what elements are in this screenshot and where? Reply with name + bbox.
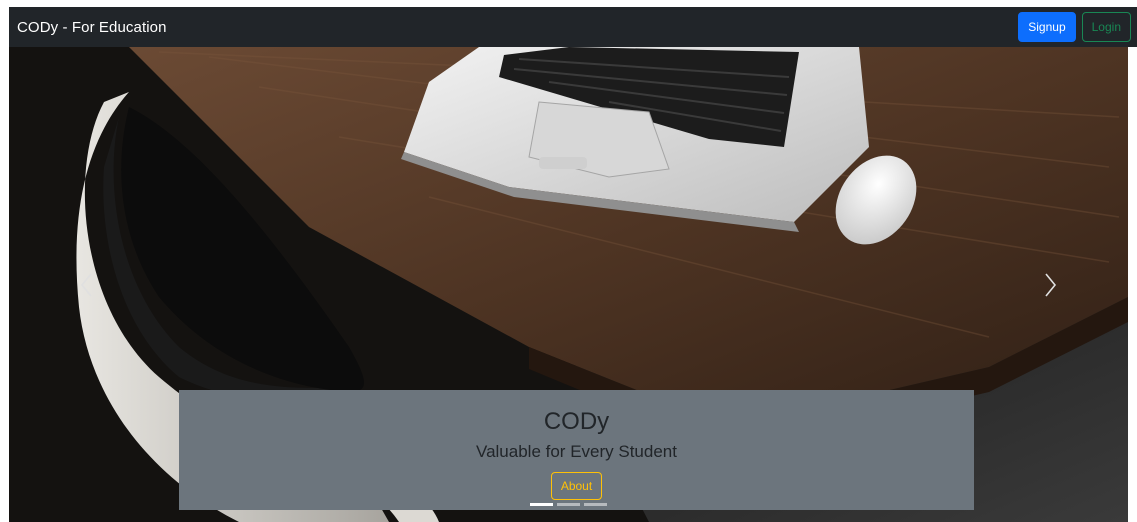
page: CODy - For Education Signup Login CODy V… <box>0 0 1137 522</box>
brand-link[interactable]: CODy - For Education <box>17 19 167 36</box>
signup-button[interactable]: Signup <box>1018 12 1076 42</box>
login-button[interactable]: Login <box>1081 12 1131 42</box>
carousel-indicators <box>9 503 1128 506</box>
carousel-next-control[interactable] <box>971 47 1128 522</box>
caption-title: CODy <box>543 408 610 435</box>
chevron-left-icon <box>81 272 92 297</box>
hero-carousel: CODy Valuable for Every Student About <box>9 47 1128 522</box>
carousel-caption: CODy Valuable for Every Student About <box>179 390 974 510</box>
auth-buttons: Signup Login <box>1018 12 1131 42</box>
caption-subtitle: Valuable for Every Student <box>476 442 677 461</box>
top-navbar: CODy - For Education Signup Login <box>9 7 1137 47</box>
carousel-indicator-3[interactable] <box>584 503 607 506</box>
carousel-indicator-1[interactable] <box>530 503 553 506</box>
chevron-right-icon <box>1045 272 1056 297</box>
carousel-indicator-2[interactable] <box>557 503 580 506</box>
carousel-prev-control[interactable] <box>9 47 166 522</box>
about-button[interactable]: About <box>550 472 603 500</box>
